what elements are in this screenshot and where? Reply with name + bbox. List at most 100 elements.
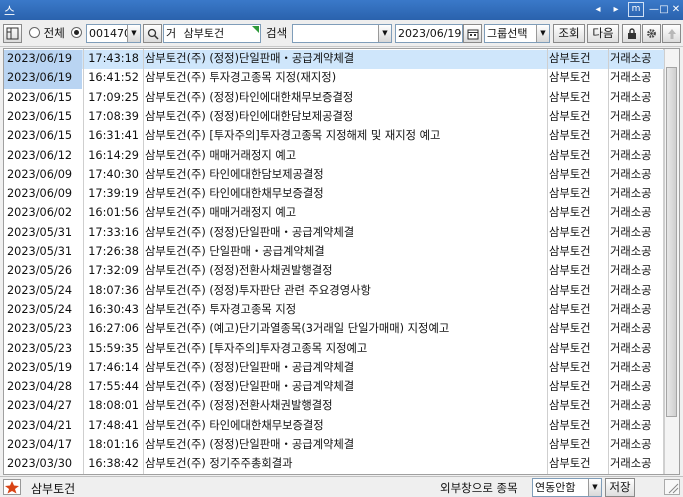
radio-code-indicator[interactable]	[71, 27, 82, 38]
search-icon	[147, 28, 159, 40]
search-dropdown-icon[interactable]: ▼	[378, 25, 391, 42]
row-company: 삼부토건	[549, 302, 591, 316]
row-title: 삼부토건(주) 단일판매・공급계약체결	[145, 245, 325, 258]
row-title: 삼부토건(주) [투자주의]투자경고종목 지정해제 및 재지정 예고	[145, 129, 441, 143]
group-select-value: 그룹선택	[487, 27, 528, 40]
row-company: 삼부토건	[549, 322, 591, 336]
table-row[interactable]: 2023/06/15 17:08:39 삼부토건(주) (정정)타인에대한담보제공결…	[4, 108, 664, 127]
row-date: 2023/05/24	[7, 283, 73, 297]
date-value: 2023/06/19	[398, 27, 462, 40]
row-title: 삼부토건(주) (정정)단일판매・공급계약체결	[145, 52, 355, 65]
row-company: 삼부토건	[549, 380, 591, 394]
row-title: 삼부토건(주) 정기주주총회결과	[145, 457, 293, 471]
query-button[interactable]: 조회	[553, 24, 585, 43]
column-divider	[608, 49, 609, 474]
code-search-button[interactable]	[143, 24, 162, 43]
row-date: 2023/04/28	[7, 380, 73, 394]
row-source: 거래소공	[610, 302, 652, 316]
lock-button[interactable]	[622, 24, 641, 43]
settings-button[interactable]	[642, 24, 661, 43]
row-time: 17:33:16	[88, 225, 139, 239]
code-dropdown-icon[interactable]: ▼	[127, 25, 140, 42]
row-time: 17:26:38	[88, 245, 139, 258]
row-time: 16:41:52	[88, 71, 139, 85]
row-date: 2023/04/17	[7, 438, 73, 451]
status-company: 삼부토건	[31, 482, 76, 496]
row-company: 삼부토건	[549, 129, 591, 143]
table-row[interactable]: 2023/05/23 16:27:06 삼부토건(주) (예고)단기과열종목(3거래…	[4, 320, 664, 339]
table-row[interactable]: 2023/06/19 17:43:18 삼부토건(주) (정정)단일판매・공급계약체…	[4, 50, 664, 70]
table-row[interactable]: 2023/04/21 17:48:41 삼부토건(주) 타인에대한채무보증결정 삼부토…	[4, 417, 664, 436]
row-title: 삼부토건(주) (정정)타인에대한담보제공결정	[145, 109, 354, 123]
link-dropdown-icon[interactable]: ▼	[588, 479, 601, 496]
table-row[interactable]: 2023/06/02 16:01:56 삼부토건(주) 매매거래정지 예고 삼부토건 거…	[4, 204, 664, 223]
vertical-scrollbar[interactable]	[663, 49, 679, 474]
search-input[interactable]: ▼	[292, 24, 392, 43]
row-title: 삼부토건(주) (정정)전환사채권발행결정	[145, 264, 333, 278]
table-row[interactable]: 2023/06/19 16:41:52 삼부토건(주) 투자경고종목 지정(재지정)…	[4, 69, 664, 89]
table-row[interactable]: 2023/06/09 17:39:19 삼부토건(주) 타인에대한채무보증결정 삼부토…	[4, 185, 664, 204]
row-source: 거래소공	[610, 129, 652, 143]
table-row[interactable]: 2023/04/17 18:01:16 삼부토건(주) (정정)단일판매・공급계약체…	[4, 436, 664, 455]
row-title: 삼부토건(주) 투자경고종목 지정(재지정)	[145, 71, 337, 85]
layout-toggle-button[interactable]	[3, 24, 22, 43]
radio-all-indicator[interactable]	[29, 27, 40, 38]
next-button[interactable]: 다음	[587, 24, 619, 43]
row-time: 16:30:43	[88, 302, 139, 316]
external-window-label: 외부창으로 종목	[440, 481, 518, 495]
row-date: 2023/05/23	[7, 322, 73, 336]
table-row[interactable]: 2023/03/30 16:38:42 삼부토건(주) 정기주주총회결과 삼부토건 거래…	[4, 455, 664, 474]
calendar-button[interactable]	[463, 24, 482, 43]
radio-code[interactable]	[71, 24, 82, 43]
row-source: 거래소공	[610, 71, 652, 85]
date-input[interactable]: 2023/06/19	[395, 24, 463, 43]
row-company: 삼부토건	[549, 187, 591, 201]
row-time: 17:48:41	[88, 418, 139, 432]
row-date: 2023/06/09	[7, 167, 73, 181]
row-company: 삼부토건	[549, 71, 591, 85]
table-row[interactable]: 2023/05/24 18:07:36 삼부토건(주) (정정)투자판단 관련 주요…	[4, 282, 664, 301]
group-dropdown-icon[interactable]: ▼	[536, 25, 549, 42]
table-row[interactable]: 2023/06/15 17:09:25 삼부토건(주) (정정)타인에대한채무보증결…	[4, 89, 664, 108]
prev-window-icon[interactable]: ◂	[590, 2, 606, 17]
table-row[interactable]: 2023/05/23 15:59:35 삼부토건(주) [투자주의]투자경고종목 지…	[4, 340, 664, 359]
row-company: 삼부토건	[549, 360, 591, 374]
table-row[interactable]: 2023/05/31 17:33:16 삼부토건(주) (정정)단일판매・공급계약체…	[4, 224, 664, 243]
company-name-field[interactable]: 거 삼부토건	[163, 24, 261, 43]
save-button[interactable]: 저장	[605, 478, 635, 497]
group-select[interactable]: 그룹선택 ▼	[484, 24, 550, 43]
table-row[interactable]: 2023/05/19 17:46:14 삼부토건(주) (정정)단일판매・공급계약체…	[4, 359, 664, 378]
table-row[interactable]: 2023/05/24 16:30:43 삼부토건(주) 투자경고종목 지정 삼부토건 거…	[4, 301, 664, 320]
row-date: 2023/05/31	[7, 225, 73, 239]
resize-grip[interactable]	[664, 479, 680, 495]
market-prefix: 거	[166, 27, 177, 40]
gear-icon	[647, 29, 656, 38]
move-up-button[interactable]	[662, 24, 681, 43]
table-row[interactable]: 2023/05/26 17:32:09 삼부토건(주) (정정)전환사채권발행결정 삼…	[4, 262, 664, 281]
row-time: 17:09:25	[88, 90, 139, 104]
scrollbar-thumb[interactable]	[666, 67, 677, 417]
mini-mode-icon[interactable]: m	[628, 2, 644, 17]
favorite-button[interactable]	[3, 479, 21, 495]
row-time: 18:01:16	[88, 438, 139, 451]
radio-all[interactable]: 전체	[29, 24, 65, 43]
close-icon[interactable]: ✕	[668, 2, 683, 17]
table-row[interactable]: 2023/06/12 16:14:29 삼부토건(주) 매매거래정지 예고 삼부토건 거…	[4, 147, 664, 166]
link-select[interactable]: 연동안함 ▼	[532, 478, 602, 497]
row-source: 거래소공	[610, 283, 652, 297]
column-divider	[83, 49, 84, 474]
row-time: 15:59:35	[88, 341, 139, 355]
table-row[interactable]: 2023/05/31 17:26:38 삼부토건(주) 단일판매・공급계약체결 삼부토…	[4, 243, 664, 262]
code-input[interactable]: 001470 ▼	[86, 24, 141, 43]
table-row[interactable]: 2023/04/27 18:08:01 삼부토건(주) (정정)전환사채권발행결정 삼…	[4, 397, 664, 416]
row-source: 거래소공	[610, 341, 652, 355]
table-row[interactable]: 2023/06/15 16:31:41 삼부토건(주) [투자주의]투자경고종목 지…	[4, 127, 664, 146]
row-company: 삼부토건	[549, 399, 591, 413]
table-row[interactable]: 2023/06/09 17:40:30 삼부토건(주) 타인에대한담보제공결정 삼부토…	[4, 166, 664, 185]
row-source: 거래소공	[610, 418, 652, 432]
table-row[interactable]: 2023/04/28 17:55:44 삼부토건(주) (정정)단일판매・공급계약체…	[4, 378, 664, 397]
next-window-icon[interactable]: ▸	[608, 2, 624, 17]
row-date: 2023/05/24	[7, 302, 73, 316]
search-label: 검색	[266, 26, 288, 40]
disclosure-list: 2023/06/19 17:43:18 삼부토건(주) (정정)단일판매・공급계약체…	[3, 48, 680, 475]
